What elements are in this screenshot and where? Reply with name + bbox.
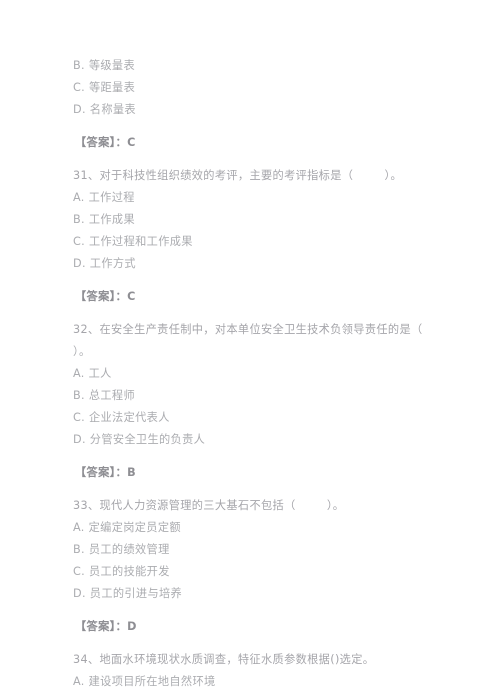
question-block: 34、地面水环境现状水质调查，特征水质参数根据()选定。 A. 建设项目所在地自然… <box>73 649 440 693</box>
answer-block: 【答案】：C <box>73 132 440 154</box>
option-line: A. 工人 <box>73 367 112 380</box>
option-line: C. 员工的技能开发 <box>73 565 170 578</box>
document-body: B. 等级量表 C. 等距量表 D. 名称量表 【答案】：C 31、对于科技性组织绩效的… <box>73 55 440 693</box>
question-text: 33、现代人力资源管理的三大基石不包括（ ）。 <box>73 499 345 512</box>
answer-block: 【答案】：D <box>73 616 440 638</box>
option-line: B. 员工的绩效管理 <box>73 543 170 556</box>
option-block: B. 等级量表 C. 等距量表 D. 名称量表 <box>73 55 440 121</box>
document-page: B. 等级量表 C. 等距量表 D. 名称量表 【答案】：C 31、对于科技性组织绩效的… <box>0 0 500 688</box>
option-line: D. 员工的引进与培养 <box>73 587 183 600</box>
option-line: C. 等距量表 <box>73 81 136 94</box>
answer-line: 【答案】：D <box>75 620 137 633</box>
question-text: 32、在安全生产责任制中，对本单位安全卫生技术负领导责任的是（ <box>73 323 423 336</box>
option-line: B. 等级量表 <box>73 59 135 72</box>
option-line: D. 分管安全卫生的负责人 <box>73 433 206 446</box>
option-line: D. 名称量表 <box>73 103 136 116</box>
question-block: 31、对于科技性组织绩效的考评，主要的考评指标是（ ）。 A. 工作过程 B. 工作… <box>73 165 440 275</box>
option-line: A. 建设项目所在地自然环境 <box>73 675 216 688</box>
question-text: 31、对于科技性组织绩效的考评，主要的考评指标是（ ）。 <box>73 169 403 182</box>
option-line: A. 定编定岗定员定额 <box>73 521 181 534</box>
option-line: ）。 <box>73 345 91 358</box>
question-block: 33、现代人力资源管理的三大基石不包括（ ）。 A. 定编定岗定员定额 B. 员工的… <box>73 495 440 605</box>
option-line: C. 企业法定代表人 <box>73 411 170 424</box>
answer-line: 【答案】：C <box>75 290 136 303</box>
option-line: A. 工作过程 <box>73 191 135 204</box>
answer-block: 【答案】：C <box>73 286 440 308</box>
option-line: B. 工作成果 <box>73 213 135 226</box>
answer-line: 【答案】：C <box>75 136 136 149</box>
answer-line: 【答案】：B <box>75 466 136 479</box>
question-block: 32、在安全生产责任制中，对本单位安全卫生技术负领导责任的是（ ）。 A. 工人 B.… <box>73 319 440 451</box>
question-text: 34、地面水环境现状水质调查，特征水质参数根据()选定。 <box>73 653 375 666</box>
option-line: B. 总工程师 <box>73 389 135 402</box>
option-line: C. 工作过程和工作成果 <box>73 235 193 248</box>
option-line: D. 工作方式 <box>73 257 136 270</box>
answer-block: 【答案】：B <box>73 462 440 484</box>
